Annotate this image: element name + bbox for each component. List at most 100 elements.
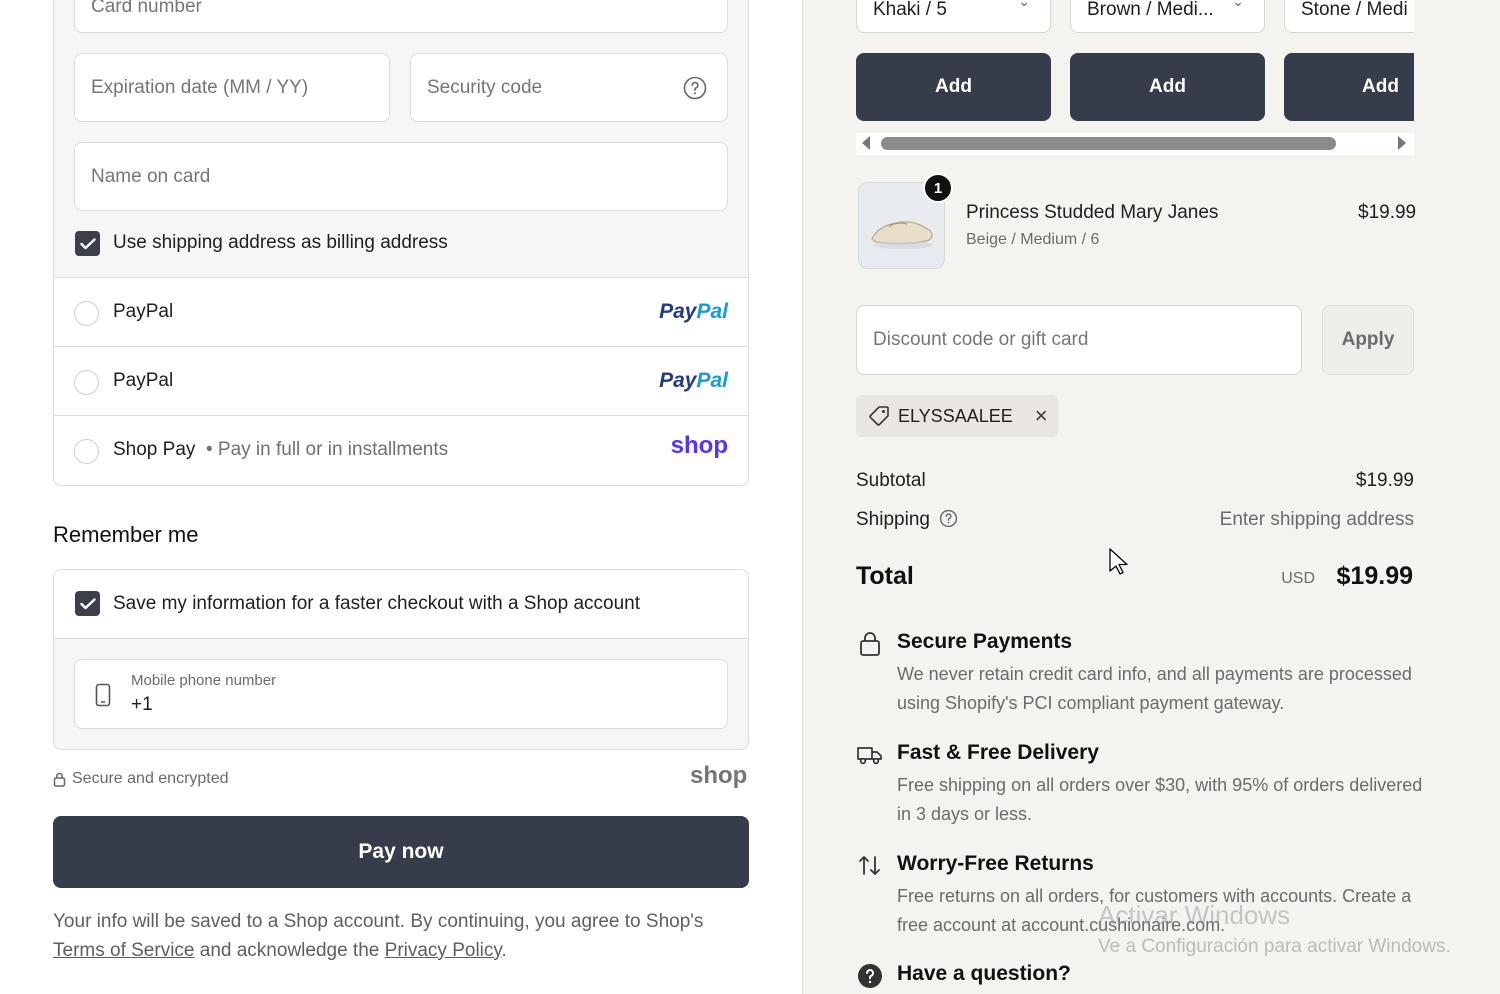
payment-option-paypal-1[interactable]: PayPal PayPal [54, 277, 748, 346]
feature-text: We never retain credit card info, and al… [897, 664, 1412, 713]
lock-icon [860, 632, 880, 656]
security-code-field[interactable]: Security code [410, 53, 728, 122]
paypal-logo-text-1: Pay [659, 369, 697, 392]
truck-icon [857, 747, 882, 765]
shop-pay-radio[interactable] [74, 439, 99, 464]
card-number-placeholder: Card number [91, 0, 202, 17]
save-info-label: Save my information for a faster checkou… [113, 593, 640, 614]
check-icon [79, 237, 96, 249]
add-button-3-label: Add [1362, 76, 1399, 97]
tag-icon [869, 406, 889, 426]
scroll-right-arrow[interactable] [1398, 136, 1406, 150]
horizontal-scrollbar[interactable] [856, 133, 1414, 155]
feature-title: Fast & Free Delivery [897, 741, 1099, 764]
windows-activation-title: Activar Windows [1098, 900, 1291, 930]
applied-discount-tag: ELYSSAALEE × [856, 395, 1058, 437]
total-label: Total [856, 562, 914, 590]
applied-code: ELYSSAALEE [898, 405, 1013, 426]
shipping-row: Shipping Enter shipping address [856, 509, 1414, 531]
billing-address-label: Use shipping address as billing address [113, 232, 448, 253]
paypal-logo-text-2: Pal [696, 300, 728, 323]
shop-logo: shop [690, 762, 748, 789]
chevron-down-icon: ⌄ [1232, 0, 1244, 9]
feature-title: Worry-Free Returns [897, 852, 1094, 875]
name-on-card-field[interactable]: Name on card [74, 142, 728, 211]
privacy-policy-link[interactable]: Privacy Policy [385, 940, 502, 961]
currency-code: USD [1281, 570, 1315, 587]
paypal-logo: PayPal [659, 300, 728, 324]
discount-placeholder: Discount code or gift card [873, 329, 1089, 350]
legal-text-end: . [501, 940, 507, 961]
feature-title: Have a question? [897, 962, 1071, 985]
terms-of-service-link[interactable]: Terms of Service [53, 940, 194, 961]
mobile-phone-field[interactable]: Mobile phone number +1 [74, 659, 728, 729]
payment-pane: Card number Expiration date (MM / YY) Se… [0, 0, 802, 994]
product-variant: Beige / Medium / 6 [966, 231, 1100, 248]
save-info-row: Save my information for a faster checkou… [54, 570, 748, 639]
shop-pay-label-row: Shop Pay • Pay in full or in installment… [113, 439, 449, 460]
variant-select-1[interactable]: Khaki / 5 ⌄ [856, 0, 1051, 33]
check-icon [79, 597, 96, 609]
legal-text: Your info will be saved to a Shop accoun… [53, 907, 753, 965]
question-circle-icon[interactable] [939, 509, 958, 528]
paypal-logo-text-1: Pay [659, 300, 697, 323]
scroll-left-arrow[interactable] [862, 136, 870, 150]
expiration-date-field[interactable]: Expiration date (MM / YY) [74, 53, 390, 122]
add-button-1[interactable]: Add [856, 53, 1051, 121]
legal-text-before: Your info will be saved to a Shop accoun… [53, 911, 704, 932]
name-on-card-placeholder: Name on card [91, 165, 211, 187]
product-name: Princess Studded Mary Janes [966, 202, 1219, 223]
subtotal-value: $19.99 [1355, 470, 1414, 491]
shop-pay-logo: shop [670, 432, 728, 459]
discount-code-input[interactable]: Discount code or gift card [856, 305, 1302, 375]
save-info-checkbox[interactable] [75, 591, 100, 616]
variant-select-3[interactable]: Stone / Medi [1284, 0, 1414, 33]
variant-select-3-value: Stone / Medi [1301, 0, 1408, 20]
payment-option-shop-pay[interactable]: Shop Pay • Pay in full or in installment… [54, 415, 748, 485]
add-button-3[interactable]: Add [1284, 53, 1414, 121]
question-circle-icon [858, 964, 882, 988]
secure-encrypted-text: Secure and encrypted [72, 770, 229, 787]
legal-text-middle: and acknowledge the [199, 940, 380, 961]
scrollbar-thumb[interactable] [881, 137, 1336, 150]
payment-option-paypal-2[interactable]: PayPal PayPal [54, 346, 748, 415]
product-price: $19.99 [1358, 202, 1417, 223]
secure-encrypted-note: Secure and encrypted [53, 770, 229, 788]
chevron-down-icon: ⌄ [1018, 0, 1030, 9]
lock-icon [53, 772, 66, 787]
subtotal-row: Subtotal $19.99 [856, 470, 1414, 492]
billing-address-checkbox[interactable] [75, 231, 100, 256]
windows-activation-subtitle: Ve a Configuración para activar Windows. [1098, 936, 1451, 957]
paypal-label-2: PayPal [113, 370, 174, 391]
remove-code-icon[interactable]: × [1035, 405, 1048, 427]
mobile-phone-label: Mobile phone number [131, 672, 277, 689]
question-circle-icon[interactable] [683, 76, 707, 100]
mouse-cursor-icon [1109, 548, 1128, 575]
apply-button[interactable]: Apply [1322, 305, 1414, 375]
feature-text: Free shipping on all orders over $30, wi… [897, 775, 1423, 824]
feature-title: Secure Payments [897, 630, 1073, 653]
pay-now-button[interactable]: Pay now [53, 816, 749, 888]
paypal-radio-1[interactable] [74, 301, 99, 326]
paypal-logo-text-2: Pal [696, 369, 728, 392]
shop-pay-sublabel: Pay in full or in installments [217, 439, 449, 460]
returns-arrows-icon [859, 856, 880, 875]
shop-pay-label: Shop Pay [113, 439, 196, 460]
paypal-label-1: PayPal [113, 301, 174, 322]
add-button-2[interactable]: Add [1070, 53, 1265, 121]
shipping-value: Enter shipping address [1219, 509, 1414, 530]
security-code-placeholder: Security code [427, 76, 543, 98]
quantity-badge: 1 [923, 173, 953, 203]
total-value: $19.99 [1336, 562, 1413, 590]
variant-select-1-value: Khaki / 5 [873, 0, 947, 20]
remember-me-box: Save my information for a faster checkou… [53, 569, 749, 750]
subtotal-label: Subtotal [856, 470, 926, 491]
order-summary-pane: Khaki / 5 ⌄ Brown / Medi... ⌄ Stone / Me… [802, 0, 1500, 994]
expiration-placeholder: Expiration date (MM / YY) [91, 76, 309, 98]
paypal-logo: PayPal [659, 369, 728, 393]
paypal-radio-2[interactable] [74, 370, 99, 395]
variant-select-2[interactable]: Brown / Medi... ⌄ [1070, 0, 1265, 33]
phone-icon [95, 683, 111, 707]
card-number-field[interactable]: Card number [74, 0, 728, 33]
shipping-label: Shipping [856, 509, 930, 530]
